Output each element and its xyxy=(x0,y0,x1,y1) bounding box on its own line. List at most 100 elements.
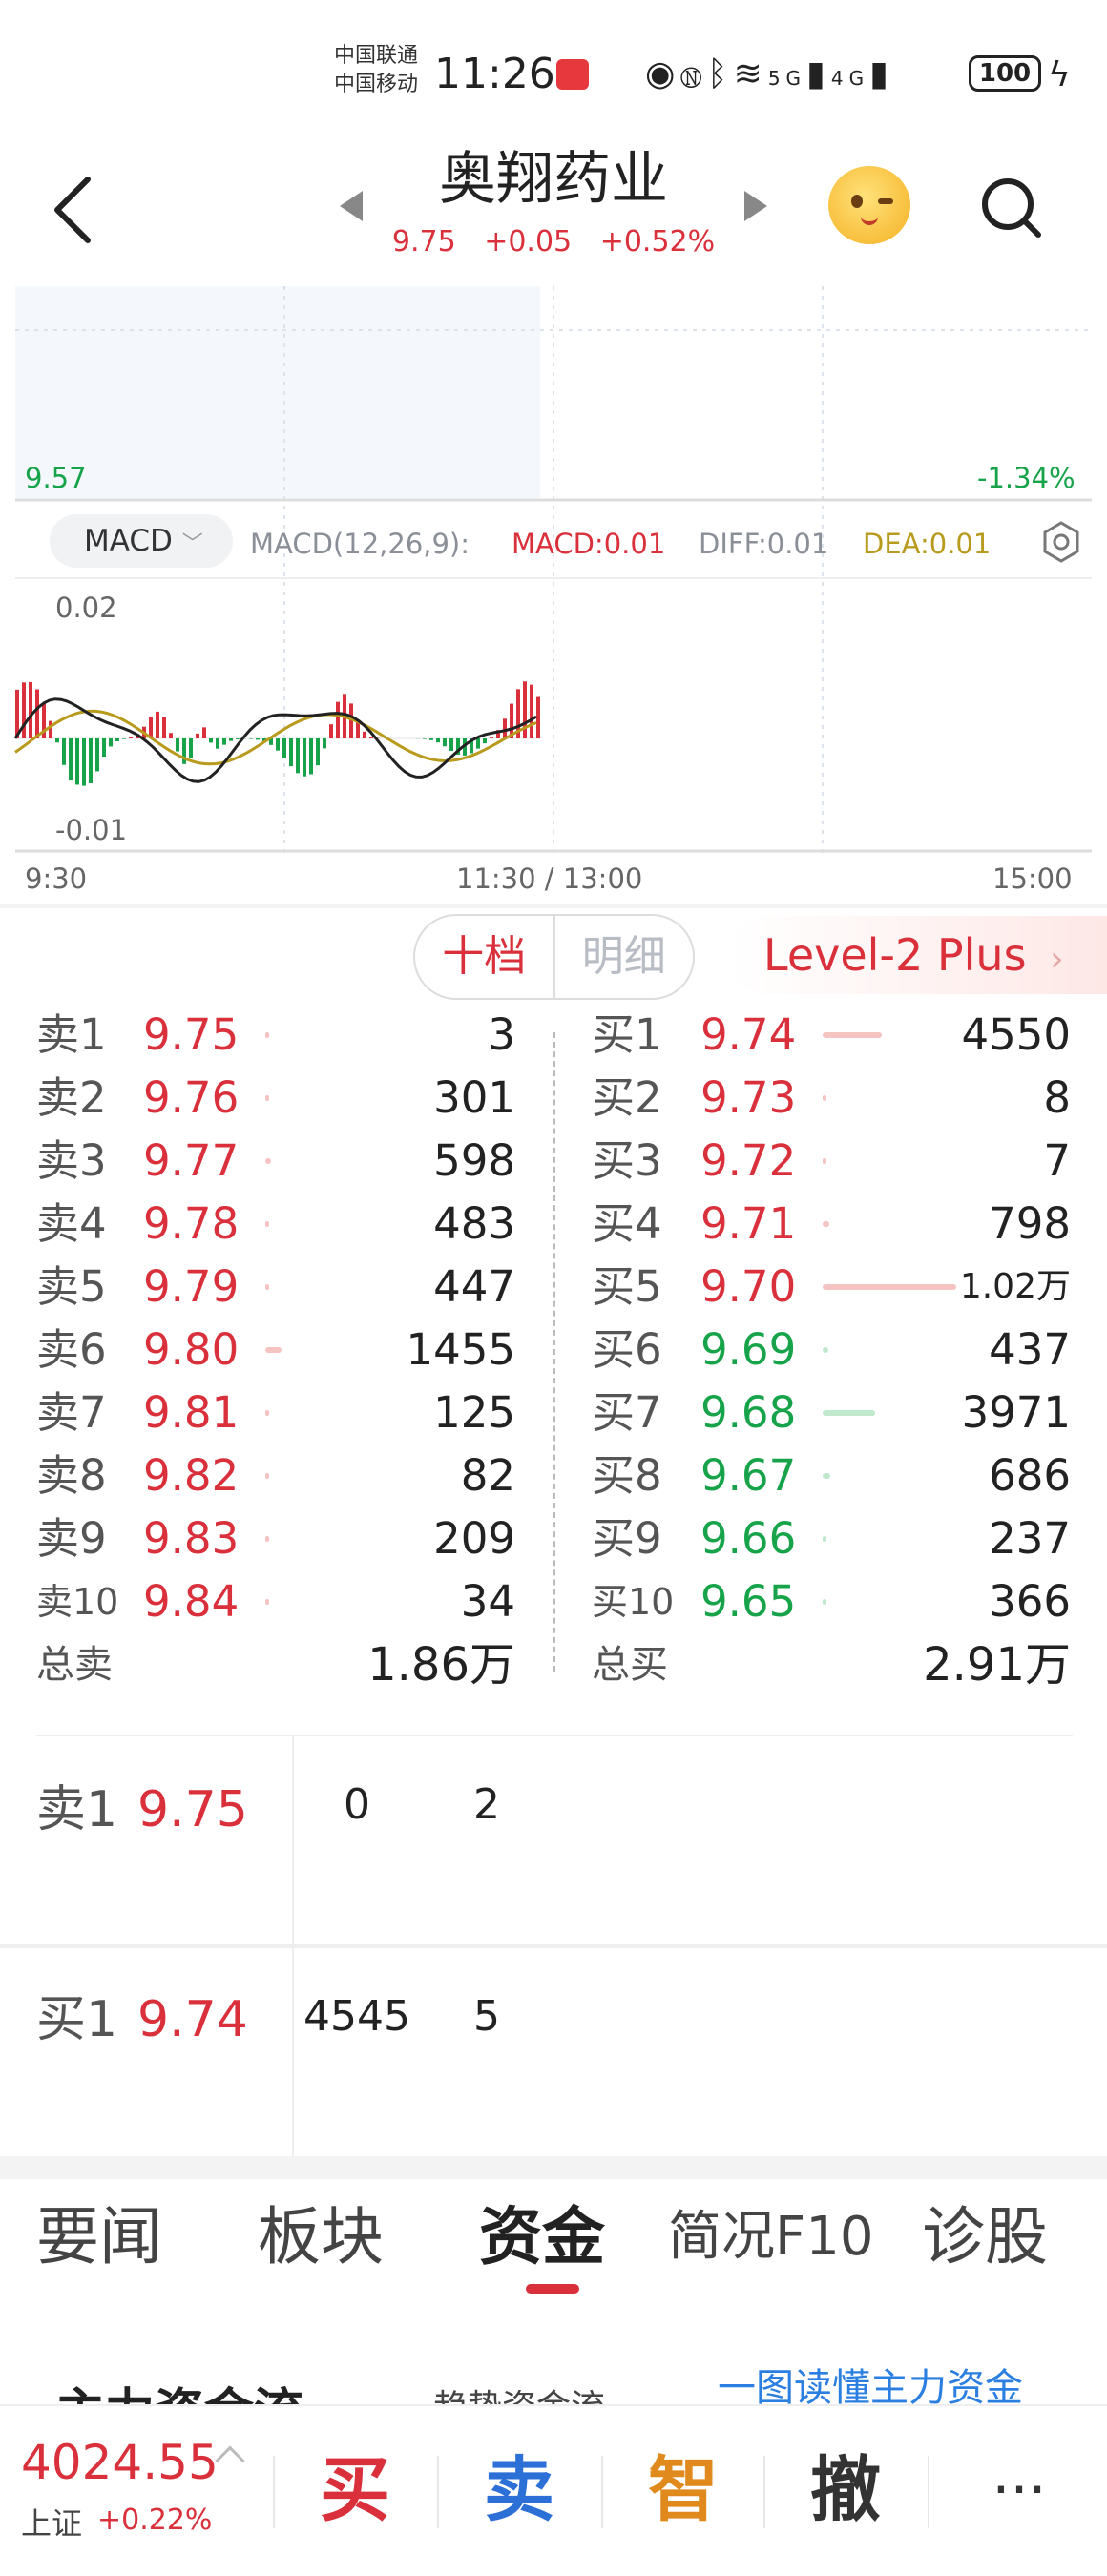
bid-volume: 7 xyxy=(1043,1135,1071,1186)
ask-row[interactable]: 卖7 9.81 125 xyxy=(0,1381,554,1444)
macd-bar xyxy=(329,724,333,738)
bid-row[interactable]: 买8 9.67 686 xyxy=(554,1444,1107,1507)
ask-row[interactable]: 卖6 9.80 1455 xyxy=(0,1319,554,1381)
bid-row[interactable]: 买2 9.73 8 xyxy=(554,1067,1107,1130)
sell-button[interactable]: 卖 xyxy=(452,2442,586,2538)
macd-bar xyxy=(75,738,79,785)
bid-row[interactable]: 买7 9.68 3971 xyxy=(554,1381,1107,1444)
bid-row[interactable]: 买4 9.71 798 xyxy=(554,1193,1107,1256)
divider xyxy=(0,1944,1107,1948)
dea-line xyxy=(14,709,537,766)
chart-low-pct: -1.34% xyxy=(977,462,1076,494)
divider xyxy=(601,2456,603,2528)
macd-params: MACD(12,26,9): xyxy=(250,528,470,560)
bid-price: 9.69 xyxy=(700,1324,797,1375)
macd-bar xyxy=(102,738,106,758)
macd-bar xyxy=(202,727,206,738)
index-value[interactable]: 4024.55 xyxy=(21,2435,219,2490)
app-notification-icon xyxy=(556,59,589,90)
price-change: +0.05 xyxy=(484,225,573,259)
bid-row[interactable]: 买3 9.72 7 xyxy=(554,1130,1107,1193)
ask-volume-bar xyxy=(265,1347,282,1353)
ask-row[interactable]: 卖5 9.79 447 xyxy=(0,1256,554,1319)
index-change: +0.22% xyxy=(97,2503,213,2537)
bid-volume-bar xyxy=(823,1473,830,1479)
macd-bar xyxy=(296,738,300,774)
ask-row[interactable]: 卖3 9.77 598 xyxy=(0,1130,554,1193)
ask-price: 9.79 xyxy=(143,1261,240,1312)
bid-price: 9.72 xyxy=(700,1135,797,1186)
ask-row[interactable]: 卖9 9.83 209 xyxy=(0,1507,554,1570)
tab-ten-levels[interactable]: 十档 xyxy=(415,916,555,998)
macd-bar xyxy=(363,731,366,738)
tab-profile-f10[interactable]: 简况F10 xyxy=(668,2194,873,2280)
price-change-pct: +0.52% xyxy=(599,225,716,259)
assistant-mascot-icon[interactable] xyxy=(828,166,910,244)
ask-row[interactable]: 卖1 9.75 3 xyxy=(0,1004,554,1067)
ask-level-label: 卖5 xyxy=(36,1261,107,1312)
macd-bar xyxy=(229,738,233,741)
cancel-order-button[interactable]: 撤 xyxy=(779,2442,912,2538)
bid-row[interactable]: 买6 9.69 437 xyxy=(554,1319,1107,1381)
macd-bar xyxy=(423,738,427,739)
ask-row[interactable]: 卖10 9.84 34 xyxy=(0,1570,554,1633)
bid-row[interactable]: 买9 9.66 237 xyxy=(554,1507,1107,1570)
price-area-fill xyxy=(15,286,540,498)
buy-button[interactable]: 买 xyxy=(288,2442,422,2538)
bid-level-label: 买4 xyxy=(592,1198,662,1249)
level2-plus-button[interactable]: Level-2 Plus › xyxy=(729,916,1107,994)
settings-icon[interactable] xyxy=(1040,521,1082,563)
active-tab-indicator xyxy=(526,2284,579,2294)
bid-row[interactable]: 买1 9.74 4550 xyxy=(554,1004,1107,1067)
bid-level-label: 买6 xyxy=(592,1324,662,1375)
ask-row[interactable]: 卖4 9.78 483 xyxy=(0,1193,554,1256)
tab-funds[interactable]: 资金 xyxy=(479,2194,605,2280)
bid-volume: 437 xyxy=(989,1324,1071,1375)
trade-buy1-num2: 5 xyxy=(473,1992,500,2041)
tab-news[interactable]: 要闻 xyxy=(36,2194,162,2280)
signal-icon: ▮ xyxy=(869,54,894,93)
macd-bar xyxy=(336,701,340,738)
search-icon[interactable] xyxy=(979,176,1042,239)
tab-detail[interactable]: 明细 xyxy=(555,916,694,998)
ask-level-label: 卖10 xyxy=(36,1581,119,1623)
bid-row[interactable]: 买10 9.65 366 xyxy=(554,1570,1107,1633)
macd-bar xyxy=(503,718,507,738)
time-end: 15:00 xyxy=(992,862,1073,895)
macd-bar xyxy=(303,738,306,777)
macd-bar xyxy=(122,738,126,739)
bid-row[interactable]: 买5 9.70 1.02万 xyxy=(554,1256,1107,1319)
macd-bar xyxy=(476,738,480,749)
macd-bar xyxy=(95,738,99,772)
total-sell-label: 总卖 xyxy=(36,1643,113,1687)
macd-bar xyxy=(209,738,213,743)
ask-row[interactable]: 卖2 9.76 301 xyxy=(0,1067,554,1130)
level2-label: Level-2 Plus xyxy=(763,929,1027,981)
bid-volume: 798 xyxy=(989,1198,1071,1249)
tab-sector[interactable]: 板块 xyxy=(258,2194,384,2280)
eye-icon: ◉ xyxy=(645,54,681,93)
stock-name: 奥翔药业 xyxy=(439,146,668,213)
macd-value: MACD:0.01 xyxy=(512,528,666,560)
bid-level-label: 买2 xyxy=(592,1072,662,1123)
intraday-chart[interactable] xyxy=(0,286,1107,906)
bluetooth-icon: ᛒ xyxy=(707,54,734,93)
ask-price: 9.83 xyxy=(143,1513,240,1564)
bid-volume-bar xyxy=(823,1536,826,1542)
ask-volume-bar xyxy=(265,1473,269,1479)
macd-bottom-label: -0.01 xyxy=(55,814,128,846)
trade-buy1-price: 9.74 xyxy=(137,1991,248,2048)
macd-bar xyxy=(309,738,313,775)
smart-order-button[interactable]: 智 xyxy=(616,2442,750,2538)
tab-diagnosis[interactable]: 诊股 xyxy=(922,2194,1048,2280)
indicator-selector[interactable]: MACD ﹀ xyxy=(50,514,233,568)
macd-bar xyxy=(69,738,73,781)
bid-level-label: 买10 xyxy=(592,1581,675,1623)
macd-bar xyxy=(176,738,179,752)
ask-row[interactable]: 卖8 9.82 82 xyxy=(0,1444,554,1507)
macd-bar xyxy=(256,738,260,740)
bid-volume-bar xyxy=(823,1158,826,1164)
more-icon[interactable]: ··· xyxy=(981,2442,1057,2538)
chevron-right-icon: › xyxy=(1050,940,1064,979)
chart-low-price: 9.57 xyxy=(25,462,87,494)
